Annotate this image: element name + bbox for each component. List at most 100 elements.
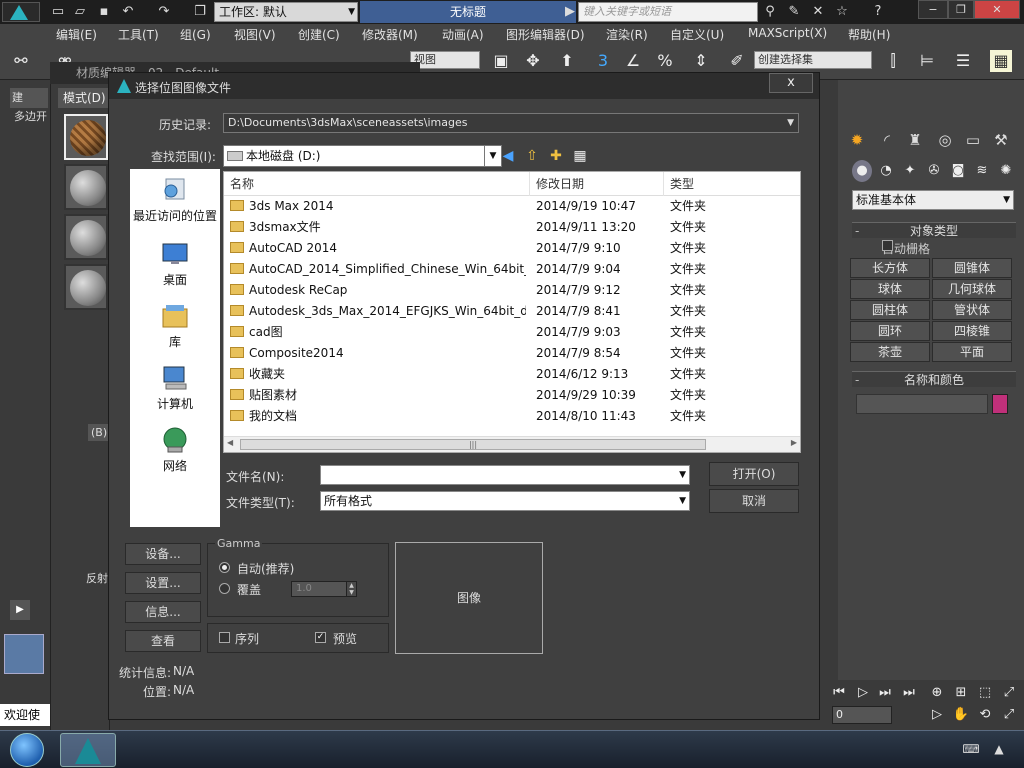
edit-named-selection-icon[interactable]: ✐ bbox=[726, 50, 748, 72]
info-button[interactable]: 信息... bbox=[125, 601, 201, 623]
file-row[interactable]: cad图 2014/7/9 9:03 文件夹 bbox=[224, 322, 800, 343]
graphite-tools-icon[interactable]: ▦ bbox=[990, 50, 1012, 72]
devices-button[interactable]: 设备... bbox=[125, 543, 201, 565]
workspace-dropdown[interactable]: 工作区: 默认 ▼ bbox=[214, 2, 358, 22]
filename-input[interactable]: ▼ bbox=[320, 465, 690, 485]
utilities-tab-icon[interactable]: ⚒ bbox=[988, 128, 1014, 152]
open-button[interactable]: 打开(O) bbox=[709, 462, 799, 486]
file-row[interactable]: Autodesk ReCap 2014/7/9 9:12 文件夹 bbox=[224, 280, 800, 301]
minimize-button[interactable]: − bbox=[918, 0, 948, 19]
gamma-override-radio[interactable] bbox=[219, 583, 230, 594]
file-row[interactable]: 3dsmax文件 2014/9/11 13:20 文件夹 bbox=[224, 217, 800, 238]
shapes-icon[interactable]: ◔ bbox=[876, 160, 896, 182]
spinner-snap-icon[interactable]: ⇕ bbox=[690, 50, 712, 72]
ribbon-tab[interactable]: 建 bbox=[10, 88, 48, 108]
select-move-icon[interactable]: ✥ bbox=[522, 50, 544, 72]
object-category-dropdown[interactable]: 标准基本体 ▼ bbox=[852, 190, 1014, 210]
place-libraries[interactable]: 库 bbox=[130, 301, 220, 350]
gamma-override-spinner[interactable]: 1.0 ▲ ▼ bbox=[291, 581, 357, 597]
save-icon[interactable]: ▪ bbox=[96, 4, 112, 20]
zoom-icon[interactable]: ⊕ bbox=[928, 684, 946, 702]
menu-views[interactable]: 视图(V) bbox=[234, 26, 276, 43]
motion-tab-icon[interactable]: ◎ bbox=[932, 128, 958, 152]
zoom-extents-all-icon[interactable]: ⤢ bbox=[1000, 684, 1018, 702]
helpers-icon[interactable]: ◙ bbox=[948, 160, 968, 182]
menu-help[interactable]: 帮助(H) bbox=[848, 26, 890, 43]
layer-manager-icon[interactable]: ☰ bbox=[952, 50, 974, 72]
view-button[interactable]: 查看 bbox=[125, 630, 201, 652]
manipulate-icon[interactable]: ⬆ bbox=[556, 50, 578, 72]
play-icon[interactable]: ▷ bbox=[854, 684, 872, 702]
goto-start-icon[interactable]: ⏮ bbox=[830, 684, 848, 702]
percent-snap-icon[interactable]: % bbox=[654, 50, 676, 72]
open-folder-icon[interactable]: ▱ bbox=[72, 4, 88, 20]
object-name-field[interactable] bbox=[856, 394, 988, 414]
close-button[interactable]: ✕ bbox=[974, 0, 1020, 19]
orbit-icon[interactable]: ⟲ bbox=[976, 706, 994, 724]
pan-icon[interactable]: ✋ bbox=[952, 706, 970, 724]
systems-icon[interactable]: ✺ bbox=[996, 160, 1016, 182]
menu-create[interactable]: 创建(C) bbox=[298, 26, 340, 43]
material-slot[interactable] bbox=[64, 114, 108, 160]
app-menu-button[interactable] bbox=[2, 2, 40, 22]
history-dropdown[interactable]: D:\Documents\3dsMax\sceneassets\images ▼ bbox=[223, 113, 799, 133]
maximize-viewport-icon[interactable]: ⤢ bbox=[1000, 706, 1018, 724]
filetype-select[interactable]: 所有格式 ▼ bbox=[320, 491, 690, 511]
place-network[interactable]: 网络 bbox=[130, 425, 220, 474]
cylinder-button[interactable]: 圆柱体 bbox=[850, 300, 930, 320]
material-slot-label[interactable]: (B) bbox=[88, 424, 111, 441]
lookin-dropdown[interactable]: 本地磁盘 (D:) ▼ bbox=[223, 145, 502, 167]
place-desktop[interactable]: 桌面 bbox=[130, 239, 220, 288]
file-row[interactable]: Autodesk_3ds_Max_2014_EFGJKS_Win_64bit_d… bbox=[224, 301, 800, 322]
display-tab-icon[interactable]: ▭ bbox=[960, 128, 986, 152]
file-row[interactable]: 3ds Max 2014 2014/9/19 10:47 文件夹 bbox=[224, 196, 800, 217]
spinner-arrows-icon[interactable]: ▲ ▼ bbox=[346, 582, 356, 596]
tube-button[interactable]: 管状体 bbox=[932, 300, 1012, 320]
subscription-icon[interactable]: ✎ bbox=[786, 4, 802, 20]
material-slot[interactable] bbox=[64, 264, 108, 310]
next-frame-icon[interactable]: ⏭ bbox=[876, 684, 894, 702]
viewport-layout-icon[interactable] bbox=[4, 634, 44, 674]
favorites-star-icon[interactable]: ☆ bbox=[834, 4, 850, 20]
place-recent[interactable]: 最近访问的位置 bbox=[130, 175, 220, 224]
new-folder-icon[interactable]: ✚ bbox=[547, 147, 565, 165]
tools-icon[interactable]: ✕ bbox=[810, 4, 826, 20]
help-icon[interactable]: ? bbox=[870, 4, 886, 20]
maximize-button[interactable]: ❐ bbox=[948, 0, 974, 19]
new-file-icon[interactable]: ▭ bbox=[50, 4, 66, 20]
file-row[interactable]: Composite2014 2014/7/9 8:54 文件夹 bbox=[224, 343, 800, 364]
object-type-rollout-header[interactable]: - 对象类型 bbox=[852, 222, 1016, 238]
create-tab-icon[interactable]: ✹ bbox=[844, 128, 870, 152]
cameras-icon[interactable]: ✇ bbox=[924, 160, 944, 182]
view-menu-icon[interactable]: ▦ bbox=[571, 147, 589, 165]
search-input[interactable]: 键入关键字或短语 bbox=[578, 2, 758, 22]
project-folder-icon[interactable]: ❐ bbox=[192, 4, 208, 20]
mirror-icon[interactable]: ⫿ bbox=[882, 50, 904, 72]
modify-tab-icon[interactable]: ◜ bbox=[874, 128, 900, 152]
cone-button[interactable]: 圆锥体 bbox=[932, 258, 1012, 278]
redo-icon[interactable]: ↷ bbox=[156, 4, 172, 20]
menu-animation[interactable]: 动画(A) bbox=[442, 26, 484, 43]
menu-maxscript[interactable]: MAXScript(X) bbox=[748, 26, 827, 40]
spacewarps-icon[interactable]: ≋ bbox=[972, 160, 992, 182]
sphere-button[interactable]: 球体 bbox=[850, 279, 930, 299]
sequence-checkbox[interactable] bbox=[219, 632, 230, 643]
chevron-right-icon[interactable]: ▶ bbox=[562, 4, 578, 20]
object-color-swatch[interactable] bbox=[992, 394, 1008, 414]
menu-modifiers[interactable]: 修改器(M) bbox=[362, 26, 418, 43]
gamma-auto-radio[interactable] bbox=[219, 562, 230, 573]
file-row[interactable]: AutoCAD 2014 2014/7/9 9:10 文件夹 bbox=[224, 238, 800, 259]
material-editor-mode-menu[interactable]: 模式(D) bbox=[58, 88, 110, 108]
menu-tools[interactable]: 工具(T) bbox=[118, 26, 159, 43]
hierarchy-tab-icon[interactable]: ♜ bbox=[902, 128, 928, 152]
expand-arrow-icon[interactable]: ▶ bbox=[10, 600, 30, 620]
material-slot[interactable] bbox=[64, 164, 108, 210]
place-computer[interactable]: 计算机 bbox=[130, 363, 220, 412]
teapot-button[interactable]: 茶壶 bbox=[850, 342, 930, 362]
name-color-rollout-header[interactable]: - 名称和颜色 bbox=[852, 371, 1016, 387]
lights-icon[interactable]: ✦ bbox=[900, 160, 920, 182]
geometry-icon[interactable]: ● bbox=[852, 160, 872, 182]
dialog-close-button[interactable]: x bbox=[769, 73, 813, 93]
back-icon[interactable]: ◀ bbox=[499, 147, 517, 165]
scrollbar-thumb[interactable]: ||| bbox=[240, 439, 706, 450]
